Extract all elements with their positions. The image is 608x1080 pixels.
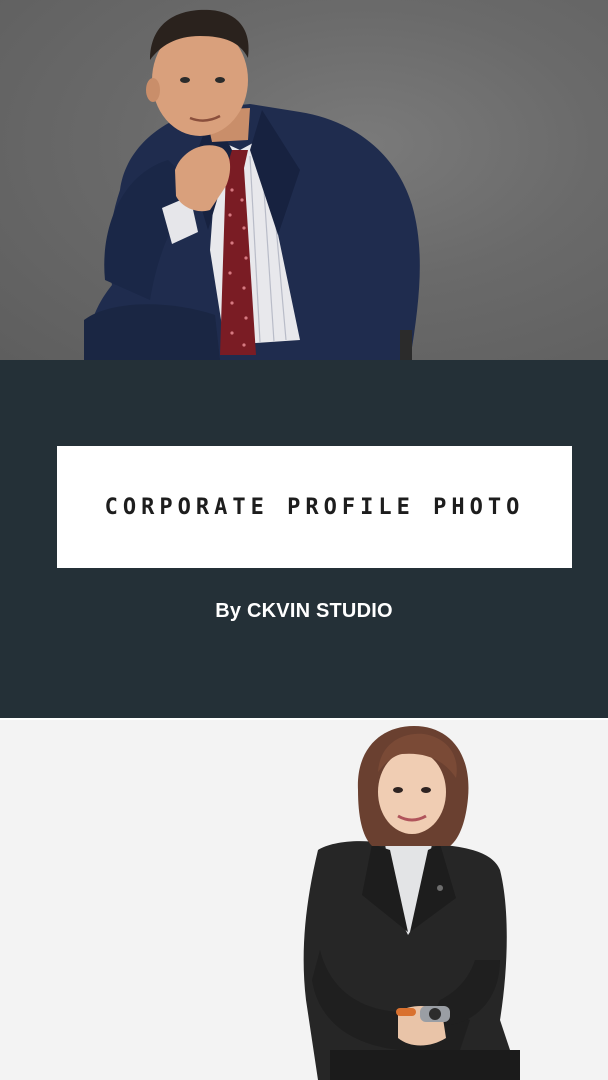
title-banner: CORPORATE PROFILE PHOTO By CKVIN STUDIO xyxy=(0,360,608,718)
title-box: CORPORATE PROFILE PHOTO xyxy=(57,446,572,568)
banner-title: CORPORATE PROFILE PHOTO xyxy=(104,494,525,520)
woman-portrait-illustration xyxy=(303,726,520,1080)
bottom-profile-photo xyxy=(0,720,608,1080)
banner-byline: By CKVIN STUDIO xyxy=(215,600,393,622)
top-profile-photo xyxy=(0,0,608,360)
man-portrait-illustration xyxy=(84,9,420,360)
